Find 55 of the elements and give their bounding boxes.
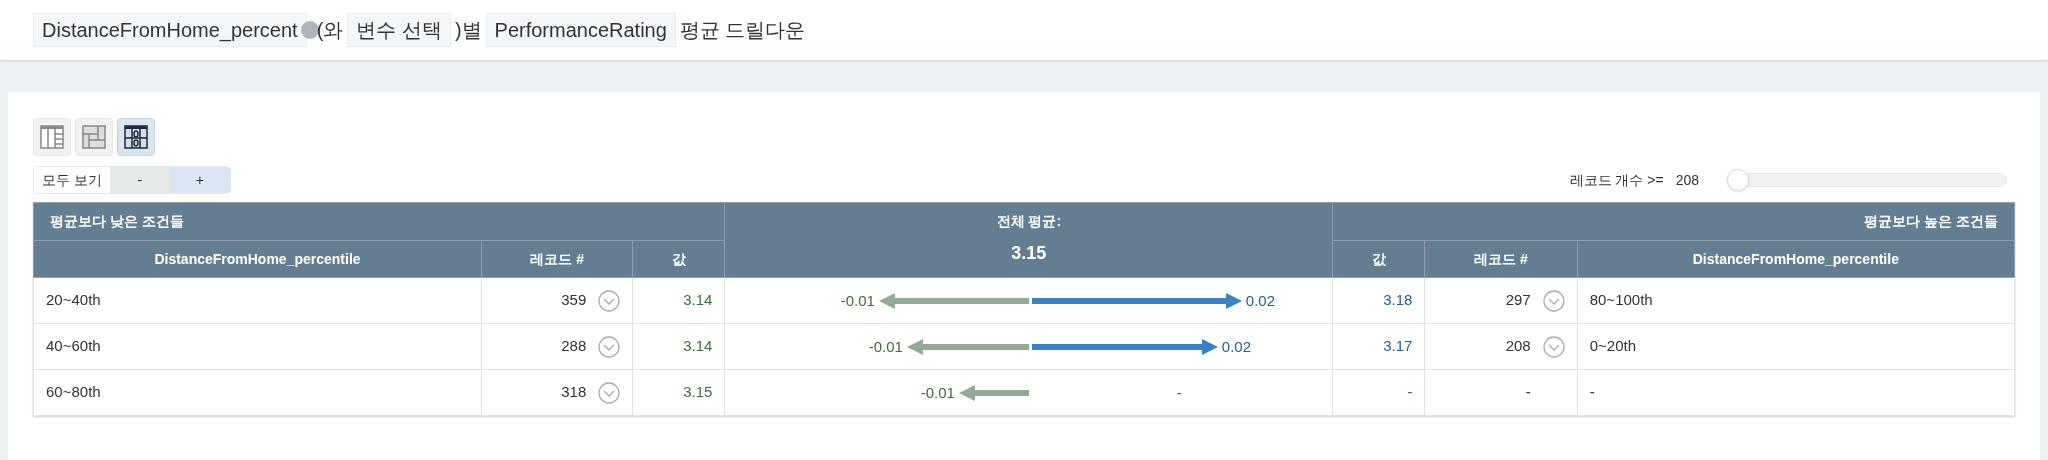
table-cell: 40~60th (33, 323, 482, 370)
expand-icon[interactable] (598, 335, 621, 358)
delta-value: -0.01 (920, 382, 955, 403)
filter-label: 레코드 개수 >= (1569, 170, 1664, 190)
column-header: 레코드 # (481, 240, 633, 278)
connector-text: (와 (316, 18, 344, 43)
column-header: DistanceFromHome_percentile (1577, 240, 2015, 278)
record-slider[interactable] (1727, 169, 2007, 191)
table-cell: 20~40th (33, 277, 482, 324)
table-cell: 80~100th (1577, 277, 2015, 324)
column-header: DistanceFromHome_percentile (33, 240, 482, 278)
variable-select[interactable]: 변수 선택 (347, 13, 451, 47)
record-count: 288 (561, 336, 587, 357)
zoom-out-button[interactable]: - (109, 167, 170, 193)
table-cell: 3.14 (632, 323, 725, 370)
table-cell: - (1332, 369, 1425, 416)
expand-icon[interactable] (1542, 289, 1565, 312)
header-cell: 평균보다 높은 조건들 (1332, 202, 2015, 241)
expand-icon[interactable] (598, 289, 621, 312)
header-title: 평균 드릴다운 (679, 18, 806, 43)
connector-text: )별 (454, 18, 482, 43)
table-icon (39, 124, 65, 150)
table-cell: 60~80th (33, 369, 482, 416)
expand-icon[interactable] (598, 381, 621, 404)
column-header: 값 (1332, 240, 1425, 278)
zoom-in-button[interactable]: + (169, 167, 230, 193)
expand-icon[interactable] (1542, 335, 1565, 358)
field-chip[interactable]: DistanceFromHome_percent (33, 13, 307, 47)
delta-value: -0.01 (840, 290, 875, 311)
record-count: 208 (1505, 336, 1531, 357)
record-count: 297 (1505, 290, 1531, 311)
overall-average-value: 3.15 (1010, 242, 1048, 265)
table-cell: 0~20th (1577, 323, 2015, 370)
record-count: 359 (561, 290, 587, 311)
overall-average-label: 전체 평균: (995, 212, 1063, 231)
table-cell: 3.18 (1332, 277, 1425, 324)
delta-value: - (1176, 382, 1182, 403)
drilldown-icon (123, 124, 149, 150)
delta-value: 0.02 (1245, 290, 1276, 311)
record-count: - (1525, 382, 1531, 403)
table-cell: 3.17 (1332, 323, 1425, 370)
filter-value: 208 (1675, 170, 1699, 190)
delta-value: 0.02 (1221, 336, 1252, 357)
delta-value: -0.01 (868, 336, 903, 357)
slider-thumb[interactable] (1727, 169, 1749, 191)
record-count: 318 (561, 382, 587, 403)
layout-icon (81, 124, 107, 150)
target-chip[interactable]: PerformanceRating (485, 13, 676, 47)
table-cell: 3.14 (632, 277, 725, 324)
column-header: 값 (632, 240, 725, 278)
header-cell: 평균보다 낮은 조건들 (33, 202, 725, 241)
table-cell: - (1577, 369, 2015, 416)
view-button[interactable] (117, 118, 155, 156)
column-header: 레코드 # (1424, 240, 1578, 278)
table-cell: 3.15 (632, 369, 725, 416)
